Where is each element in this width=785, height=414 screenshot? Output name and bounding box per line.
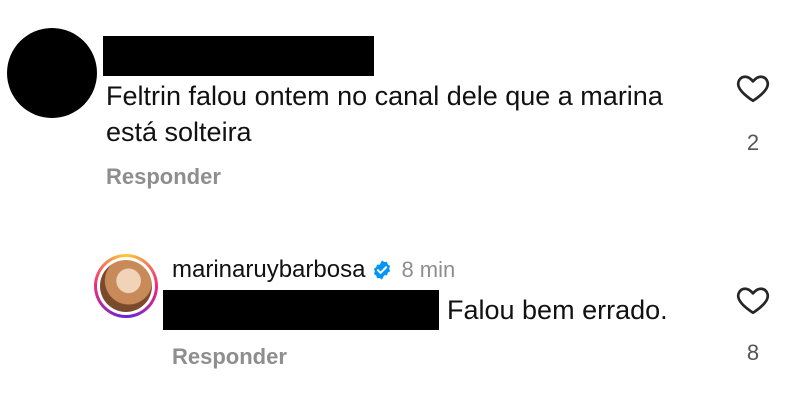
heart-icon[interactable]	[735, 70, 771, 106]
like-count: 8	[746, 340, 760, 365]
reply-text: Falou bem errado.	[447, 295, 668, 325]
reply-username[interactable]: marinaruybarbosa	[172, 256, 365, 284]
heart-icon[interactable]	[735, 282, 771, 318]
reply-button[interactable]: Responder	[172, 344, 287, 370]
reply-timestamp: 8 min	[401, 257, 456, 282]
redacted-mention[interactable]	[163, 290, 439, 330]
redacted-username[interactable]	[103, 36, 374, 76]
avatar[interactable]	[100, 260, 152, 312]
reply-button[interactable]: Responder	[106, 164, 221, 190]
redacted-avatar[interactable]	[7, 28, 97, 118]
comment-text: Feltrin falou ontem no canal dele que a …	[106, 81, 663, 147]
like-count: 2	[746, 130, 760, 155]
verified-badge-icon	[371, 259, 393, 281]
reply-header: marinaruybarbosa 8 min	[172, 256, 455, 284]
